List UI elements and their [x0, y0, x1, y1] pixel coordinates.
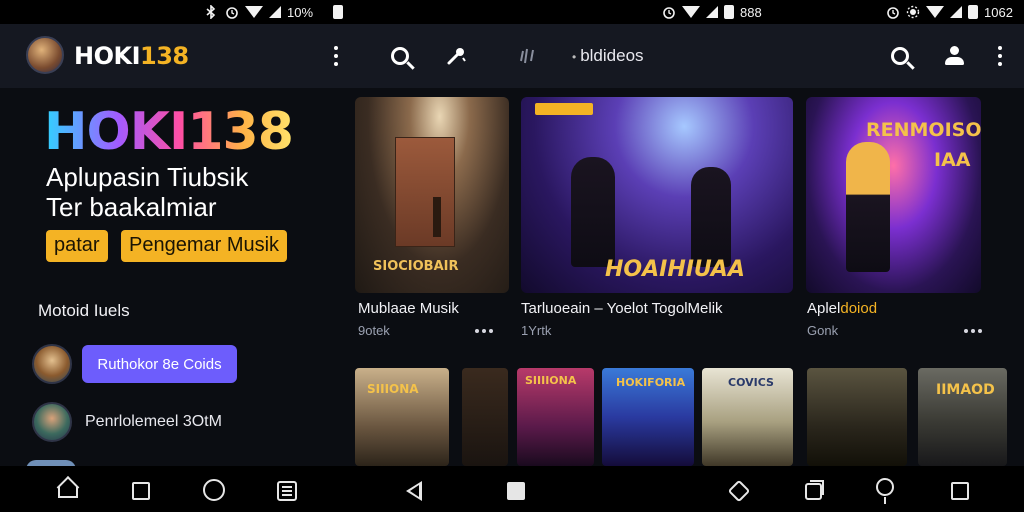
more-icon[interactable] — [986, 42, 1014, 70]
card-tag — [535, 103, 593, 115]
media-card[interactable]: HOAIHIUAA — [521, 97, 793, 293]
battery-text: 10% — [287, 4, 314, 20]
guitarist-shape — [846, 142, 890, 272]
hero-subtitle-line1: Aplupasin Tiubsik — [46, 162, 249, 192]
brand-text-yellow: 138 — [140, 42, 189, 70]
search-icon[interactable] — [386, 42, 414, 70]
square-icon[interactable] — [507, 482, 525, 500]
card-title[interactable]: Mublaae Musik — [358, 300, 459, 317]
signal-icon — [706, 6, 718, 18]
hero-subtitle-line2: Ter baakalmiar — [46, 192, 217, 222]
more-icon[interactable] — [475, 329, 493, 333]
circle-home-icon[interactable] — [203, 479, 225, 501]
thumbnail-card[interactable]: IIMAOD — [918, 368, 1007, 466]
chevron-icon: • — [572, 50, 577, 64]
thumbnail-card[interactable]: HOKIFORIA — [602, 368, 694, 466]
search-query-text[interactable]: • bldideos — [572, 46, 644, 66]
alarm-icon — [886, 5, 900, 19]
card-banner: SIOCIOBAIR — [373, 259, 459, 274]
system-nav-bar — [0, 466, 1024, 512]
thumbnail-label: IIMAOD — [936, 382, 995, 398]
thumbnail-card[interactable]: SIIIONA — [355, 368, 449, 466]
avatar[interactable] — [32, 344, 72, 384]
battery-icon — [968, 5, 978, 19]
chip-patar[interactable]: patar — [46, 230, 108, 262]
home-icon[interactable] — [58, 486, 78, 498]
alarm-icon — [662, 5, 676, 19]
card-title[interactable]: Tarluoeain – Yoelot TogolMelik — [521, 300, 723, 317]
signal-icon — [269, 6, 281, 18]
card-title-yellow: doiod — [840, 300, 878, 317]
diamond-icon[interactable] — [727, 479, 751, 503]
thumbnail-card[interactable] — [807, 368, 907, 466]
status-bar: 10% 888 1062 — [0, 0, 1024, 24]
thumbnail-label: SIIIIONA — [525, 374, 577, 387]
list-icon[interactable] — [276, 480, 297, 501]
more-icon[interactable] — [964, 329, 982, 333]
media-card[interactable]: RENMOISO IAA — [806, 97, 981, 293]
card-banner-line2: IAA — [934, 149, 971, 171]
thumbnail-label: HOKIFORIA — [616, 376, 686, 389]
chip-pengemar-musik[interactable]: Pengemar Musik — [121, 230, 288, 262]
search-alt-icon[interactable] — [886, 42, 914, 70]
card-title-white: Aplel — [807, 300, 841, 317]
wifi-icon — [926, 6, 944, 18]
thumbnail-card[interactable]: COVICS — [702, 368, 793, 466]
status-group-middle: 888 — [662, 3, 762, 21]
recents-icon[interactable] — [132, 482, 150, 500]
guitarist-shape — [691, 167, 731, 267]
figure-shape — [433, 197, 441, 237]
gear-icon — [906, 5, 920, 19]
card-banner: HOAIHIUAA — [605, 257, 745, 282]
battery-icon — [724, 5, 734, 19]
pin-icon[interactable] — [876, 478, 894, 504]
building-shape — [395, 137, 455, 247]
status-middle-text: 888 — [740, 4, 762, 20]
user-icon[interactable] — [940, 42, 968, 70]
back-icon[interactable] — [406, 481, 422, 501]
bluetooth-icon — [205, 4, 219, 20]
avatar[interactable] — [32, 402, 72, 442]
card-title[interactable]: Apleldoiod — [807, 300, 877, 317]
overview-icon[interactable] — [951, 482, 969, 500]
card-meta: Gonk — [807, 323, 839, 338]
search-query-value: bldideos — [580, 46, 644, 65]
battery-icon — [333, 5, 344, 19]
hero-panel: HOKI138 Aplupasin Tiubsik Ter baakalmiar… — [0, 88, 340, 474]
alarm-icon — [225, 5, 239, 19]
cast-icon[interactable] — [514, 42, 542, 70]
guitarist-shape — [571, 157, 615, 267]
thumbnail-label: SIIIONA — [367, 382, 419, 396]
card-meta: 1Yrtk — [521, 323, 552, 338]
brand-logo[interactable]: HOKI138 — [74, 42, 189, 70]
list-item-text[interactable]: Penrlolemeel 3OtM — [85, 413, 222, 431]
wifi-icon — [245, 6, 263, 18]
section-title: Motoid Iuels — [38, 301, 130, 320]
wifi-icon — [682, 6, 700, 18]
app-bar: HOKI138 • bldideos — [0, 24, 1024, 88]
status-group-left: 10% — [205, 3, 344, 21]
mic-icon[interactable] — [442, 42, 470, 70]
recents-icon[interactable] — [803, 479, 824, 500]
thumbnail-card[interactable] — [462, 368, 508, 466]
thumbnail-label: COVICS — [728, 376, 774, 389]
signal-icon — [950, 6, 962, 18]
status-group-right: 1062 — [886, 3, 1013, 21]
card-banner-line1: RENMOISO — [866, 119, 981, 141]
thumbnail-card[interactable]: SIIIIONA — [517, 368, 594, 466]
purple-pill-button[interactable]: Ruthokor 8e Coids — [82, 345, 237, 383]
brand-text-white: HOKI — [74, 42, 141, 70]
media-card[interactable]: SIOCIOBAIR — [355, 97, 509, 293]
menu-kebab-icon[interactable] — [322, 42, 350, 70]
app-logo-avatar[interactable] — [26, 36, 64, 74]
card-meta: 9otek — [358, 323, 390, 338]
hero-title: HOKI138 — [44, 102, 294, 162]
clock-text: 1062 — [984, 4, 1013, 20]
